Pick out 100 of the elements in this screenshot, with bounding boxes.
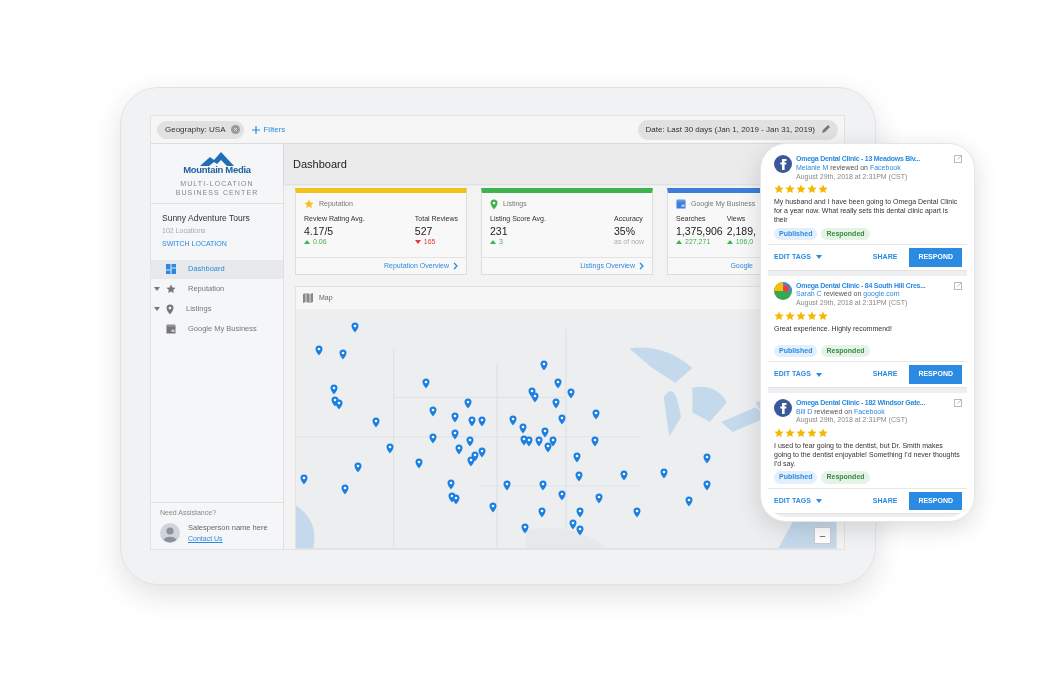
map-pin-icon[interactable] [372,417,380,429]
star-icon [785,310,795,321]
map-pin-icon[interactable] [531,391,540,403]
star-icon [818,428,828,439]
map-pin-icon[interactable] [702,480,711,491]
map-pin-icon[interactable] [576,507,584,518]
map-pin-icon[interactable] [354,461,363,473]
map-icon [303,293,313,303]
map-pin-icon[interactable] [660,468,668,480]
date-range-chip[interactable]: Date: Last 30 days (Jan 1, 2019 - Jan 31, 2019) [637,119,838,140]
caret-icon [815,255,822,260]
metric-value: 527 [414,224,433,237]
map-pin-icon[interactable] [338,349,347,360]
map-pin-icon[interactable] [386,443,395,455]
map-pin-icon[interactable] [558,489,567,501]
metric-value: 231 [490,224,508,237]
pin-icon [166,303,174,315]
map-pin-icon[interactable] [591,435,599,447]
map-pin-icon[interactable] [477,416,486,428]
map-pin-icon[interactable] [540,359,548,371]
map-pin-icon[interactable] [595,493,604,505]
close-icon[interactable] [231,125,241,134]
star-icon [807,184,817,195]
filter-chip[interactable]: Geography: USA [157,120,245,139]
map-pin-icon[interactable] [330,384,339,395]
map-pin-icon[interactable] [502,480,511,491]
map-pin-icon[interactable] [576,525,584,536]
map-pin-icon[interactable] [684,496,693,508]
store-icon [166,324,176,334]
map-pin-icon[interactable] [538,506,547,518]
zoom-out-button[interactable]: − [814,527,831,544]
map-pin-icon[interactable] [450,429,459,440]
map-pin-icon[interactable] [557,414,566,425]
map-pin-icon[interactable] [539,480,548,491]
caret-icon [815,372,822,377]
star-icon [796,428,806,439]
map-pin-icon[interactable] [422,377,430,389]
star-icon [774,428,784,439]
map-pin-icon[interactable] [592,409,601,420]
map-pin-icon[interactable] [467,416,476,428]
map-pin-icon[interactable] [543,442,552,454]
map-pin-icon[interactable] [415,458,424,469]
star-icon [785,184,795,195]
metric-value: 4.17/5 [304,224,334,237]
map-pin-icon[interactable] [455,444,464,455]
map-pin-icon[interactable] [520,523,529,535]
account-name: Sunny Adventure Tours [162,211,251,225]
map-pin-icon[interactable] [314,345,323,356]
star-icon [807,310,817,321]
map-pin-icon[interactable] [467,456,475,468]
mountain-logo-icon [200,152,234,166]
map-pin-icon[interactable] [575,470,583,482]
metric-value: 1,375,906 [676,224,723,237]
star-icon [796,184,806,195]
chevron-right-icon [639,262,644,270]
dashboard-icon [166,264,176,274]
map-pin-icon[interactable] [509,415,518,426]
map-pin-icon[interactable] [703,453,712,464]
map-pin-icon[interactable] [633,507,642,518]
map-pin-icon[interactable] [428,433,437,444]
map-pin-icon[interactable] [573,451,582,463]
map-pin-icon[interactable] [519,423,528,434]
star-icon [807,428,817,439]
pencil-icon[interactable] [821,125,830,134]
star-icon [818,310,828,321]
map-pin-icon[interactable] [447,479,455,490]
star-icon [166,284,176,294]
metric-value: 2,189, [726,224,756,237]
star-icon [785,428,795,439]
chevron-right-icon [453,262,458,270]
map-pin-icon[interactable] [428,405,437,417]
map-pin-icon[interactable] [524,436,533,448]
map-pin-icon[interactable] [551,398,560,409]
pin-icon [490,198,498,210]
map-pin-icon[interactable] [541,427,550,439]
caret-icon [815,499,822,504]
map-pin-icon[interactable] [620,470,628,481]
map-pin-icon[interactable] [466,435,474,447]
map-pin-icon[interactable] [535,435,544,447]
store-icon [676,199,686,209]
map-pin-icon[interactable] [554,378,562,390]
star-icon [774,310,784,321]
map-pin-icon[interactable] [350,321,359,333]
map-pin-icon[interactable] [477,447,486,459]
add-filter-button[interactable]: Filters [252,123,286,136]
map-pin-icon[interactable] [340,484,349,495]
map-pin-icon[interactable] [464,398,473,410]
map-pin-icon[interactable] [566,388,575,400]
plus-icon [252,125,261,134]
avatar-icon [160,523,180,544]
map-pin-icon[interactable] [489,501,497,513]
map-pin-icon[interactable] [335,399,344,410]
map-pin-icon[interactable] [569,519,578,530]
metric-value: 35% [614,224,636,237]
star-icon [774,184,784,195]
brand-name: Mountain Media [183,163,251,177]
star-icon [796,310,806,321]
map-pin-icon[interactable] [300,474,308,485]
map-pin-icon[interactable] [450,411,459,423]
map-pin-icon[interactable] [452,494,461,505]
